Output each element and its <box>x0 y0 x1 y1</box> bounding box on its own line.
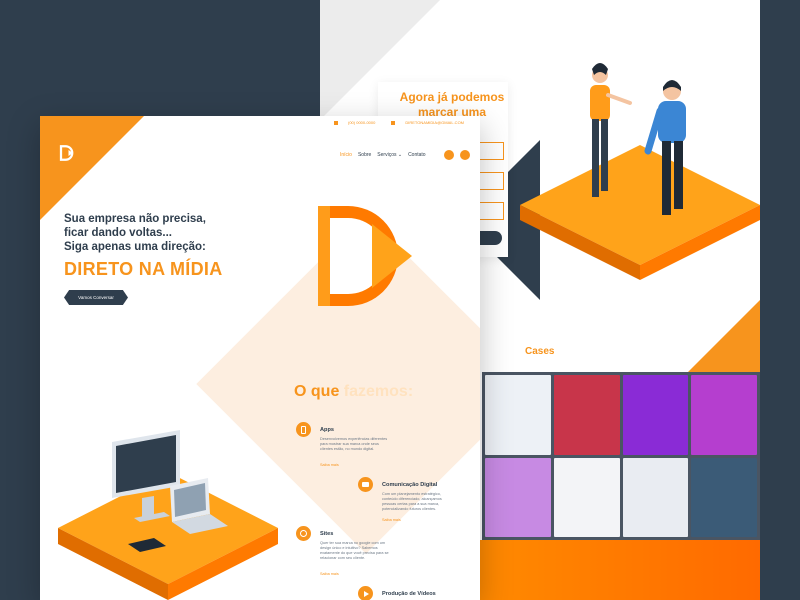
service-title-apps: Apps <box>320 427 334 433</box>
service-desc-comunicacao: Com um planejamento estratégico, conteúd… <box>382 492 442 511</box>
cases-grid <box>482 372 760 540</box>
social-icon[interactable] <box>459 150 470 160</box>
phone-app-icon <box>296 422 311 437</box>
form-input[interactable] <box>476 172 504 190</box>
form-input[interactable] <box>476 142 504 160</box>
form-input[interactable] <box>476 202 504 220</box>
phone-icon <box>334 120 338 125</box>
decorative-orange-base <box>480 540 760 600</box>
case-tile[interactable] <box>691 457 757 537</box>
services-title-main: O que <box>294 383 340 400</box>
nav-item-inicio[interactable]: Início <box>340 152 352 158</box>
case-tile[interactable] <box>691 375 757 455</box>
hero-line-1: Sua empresa não precisa, <box>64 213 206 225</box>
case-tile[interactable] <box>622 375 689 455</box>
office-illustration <box>58 430 278 600</box>
services-title-ghost: fazemos: <box>343 383 414 400</box>
cases-title: Cases <box>525 346 555 357</box>
chat-icon <box>358 477 373 492</box>
corner-triangle <box>40 116 144 220</box>
service-desc-apps: Desenvolvemos experiências diferentes pa… <box>320 437 388 451</box>
service-desc-sites: Quer ter sua marca no google com um desi… <box>320 541 389 560</box>
form-submit-button[interactable] <box>480 231 502 245</box>
nav-item-servicos[interactable]: Serviços ⌄ <box>377 152 402 158</box>
service-title-sites: Sites <box>320 531 334 537</box>
logo-icon[interactable] <box>58 144 76 162</box>
cta-button[interactable]: Vamos Conversar <box>64 290 128 305</box>
mail-icon <box>391 120 396 125</box>
topbar-email[interactable]: DIRETONAMIDIA@GMAIL.COM <box>405 120 464 125</box>
play-icon <box>358 586 373 600</box>
service-link-sites[interactable]: Saiba mais <box>320 572 339 576</box>
decorative-orange-wedge <box>680 300 760 380</box>
service-title-videos: Produção de Vídeos <box>382 591 436 597</box>
globe-icon <box>296 526 311 541</box>
nav-item-sobre[interactable]: Sobre <box>358 152 371 158</box>
nav-item-contato[interactable]: Contato <box>408 152 426 158</box>
case-tile[interactable] <box>485 375 551 455</box>
services-title: O que fazemos: <box>294 383 413 401</box>
topbar: (00) 0000-0000 DIRETONAMIDIA@GMAIL.COM <box>334 120 464 125</box>
topbar-phone[interactable]: (00) 0000-0000 <box>348 120 375 125</box>
social-icon[interactable] <box>443 150 454 160</box>
case-tile[interactable] <box>553 375 620 455</box>
case-tile[interactable] <box>622 457 689 537</box>
main-nav: Início Sobre Serviços ⌄ Contato <box>340 150 470 160</box>
hero-headline: DIRETO NA MÍDIA <box>64 259 223 279</box>
background-right-panel <box>760 0 800 600</box>
case-tile[interactable] <box>485 457 551 537</box>
landing-page-card: (00) 0000-0000 DIRETONAMIDIA@GMAIL.COM I… <box>40 116 480 600</box>
service-link-apps[interactable]: Saiba mais <box>320 463 339 467</box>
service-link-comunicacao[interactable]: Saiba mais <box>382 518 401 522</box>
service-title-comunicacao: Comunicação Digital <box>382 482 438 488</box>
meeting-illustration <box>520 63 760 280</box>
case-tile[interactable] <box>553 457 620 537</box>
hero-line-3: Siga apenas uma direção: <box>64 241 206 253</box>
hero-line-2: ficar dando voltas... <box>64 227 172 239</box>
brand-logo-icon <box>318 206 412 306</box>
